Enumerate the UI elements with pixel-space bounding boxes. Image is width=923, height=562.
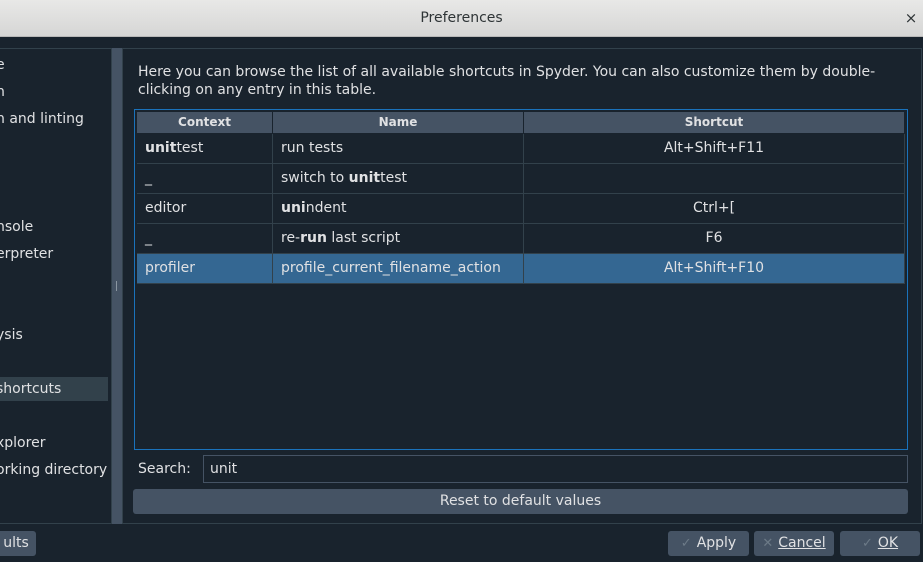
- preferences-sidebar: en n and linting nsole erpreter ysis shortcut…: [0, 48, 112, 524]
- table-header: Context Name Shortcut: [137, 112, 905, 133]
- cell-name[interactable]: run tests: [273, 134, 524, 163]
- panel-description: Here you can browse the list of all avai…: [138, 64, 876, 98]
- cell-text: _: [145, 170, 152, 186]
- cell-text: profiler: [145, 260, 195, 276]
- sidebar-item[interactable]: n: [0, 80, 108, 104]
- cell-shortcut[interactable]: Alt+Shift+F10: [524, 254, 905, 283]
- table-row[interactable]: unittest run tests Alt+Shift+F11: [137, 134, 905, 164]
- cell-text: _: [145, 230, 152, 246]
- ok-label: OK: [877, 535, 899, 551]
- sidebar-item[interactable]: orking directory: [0, 458, 108, 482]
- cell-context[interactable]: profiler: [137, 254, 273, 283]
- search-input[interactable]: unit: [203, 455, 908, 483]
- sidebar-item[interactable]: shortcuts: [0, 377, 108, 401]
- table-row[interactable]: profiler profile_current_filename_action A…: [137, 254, 905, 284]
- close-icon[interactable]: ×: [903, 8, 919, 28]
- splitter-grip-icon: [116, 281, 117, 291]
- cell-name[interactable]: switch to unittest: [273, 164, 524, 193]
- match-highlight: unit: [348, 170, 381, 186]
- ok-button[interactable]: ✓ OK: [840, 531, 920, 556]
- cell-context[interactable]: _: [137, 164, 273, 193]
- sidebar-item[interactable]: ysis: [0, 323, 108, 347]
- header-context[interactable]: Context: [137, 112, 273, 133]
- cell-shortcut[interactable]: [524, 164, 905, 193]
- match-highlight: run: [300, 230, 327, 246]
- cell-context[interactable]: editor: [137, 194, 273, 223]
- cell-name[interactable]: re-run last script: [273, 224, 524, 253]
- check-icon: ✓: [680, 536, 692, 551]
- shortcuts-table[interactable]: Context Name Shortcut unittest run tests A…: [134, 109, 908, 450]
- table-row[interactable]: _ re-run last script F6: [137, 224, 905, 254]
- sidebar-item[interactable]: xplorer: [0, 431, 108, 455]
- cell-shortcut[interactable]: Alt+Shift+F11: [524, 134, 905, 163]
- cell-text: re-: [281, 230, 301, 246]
- cell-name[interactable]: unindent: [273, 194, 524, 223]
- apply-button[interactable]: ✓ Apply: [668, 531, 749, 556]
- cell-context[interactable]: unittest: [137, 134, 273, 163]
- table-row[interactable]: _ switch to unittest: [137, 164, 905, 194]
- header-name[interactable]: Name: [273, 112, 524, 133]
- shortcuts-panel: Here you can browse the list of all avai…: [122, 48, 922, 524]
- match-highlight: uni: [281, 200, 306, 216]
- match-highlight: unit: [145, 140, 177, 156]
- cell-text: switch to: [281, 170, 349, 186]
- window-title: Preferences: [420, 10, 503, 26]
- cell-text: editor: [145, 200, 187, 216]
- cell-context[interactable]: _: [137, 224, 273, 253]
- sidebar-item[interactable]: nsole: [0, 215, 108, 239]
- sidebar-item[interactable]: e: [0, 53, 108, 77]
- cell-text: test: [176, 140, 204, 156]
- cell-text: test: [380, 170, 407, 186]
- cell-name[interactable]: profile_current_filename_action: [273, 254, 524, 283]
- search-label: Search:: [138, 461, 191, 477]
- check-icon: ✓: [861, 536, 873, 551]
- cell-shortcut[interactable]: Ctrl+[: [524, 194, 905, 223]
- table-row[interactable]: editor unindent Ctrl+[: [137, 194, 905, 224]
- reset-defaults-button[interactable]: Reset to default values: [133, 489, 908, 514]
- cell-shortcut[interactable]: F6: [524, 224, 905, 253]
- sidebar-item[interactable]: n and linting: [0, 107, 108, 131]
- header-shortcut[interactable]: Shortcut: [524, 112, 905, 133]
- cancel-button[interactable]: ✕ Cancel: [754, 531, 834, 556]
- defaults-label: ults: [3, 535, 29, 551]
- cell-text: last script: [326, 230, 401, 246]
- sidebar-item[interactable]: erpreter: [0, 242, 108, 266]
- cell-text: profile_current_filename_action: [281, 260, 501, 276]
- title-bar: Preferences ×: [0, 0, 923, 37]
- x-icon: ✕: [762, 536, 774, 551]
- reset-to-defaults-button[interactable]: ults: [0, 531, 36, 556]
- cell-text: run tests: [281, 140, 344, 156]
- apply-label: Apply: [696, 535, 737, 551]
- cell-text: ndent: [305, 200, 347, 216]
- splitter-handle[interactable]: [112, 48, 122, 524]
- cancel-label: Cancel: [778, 535, 826, 551]
